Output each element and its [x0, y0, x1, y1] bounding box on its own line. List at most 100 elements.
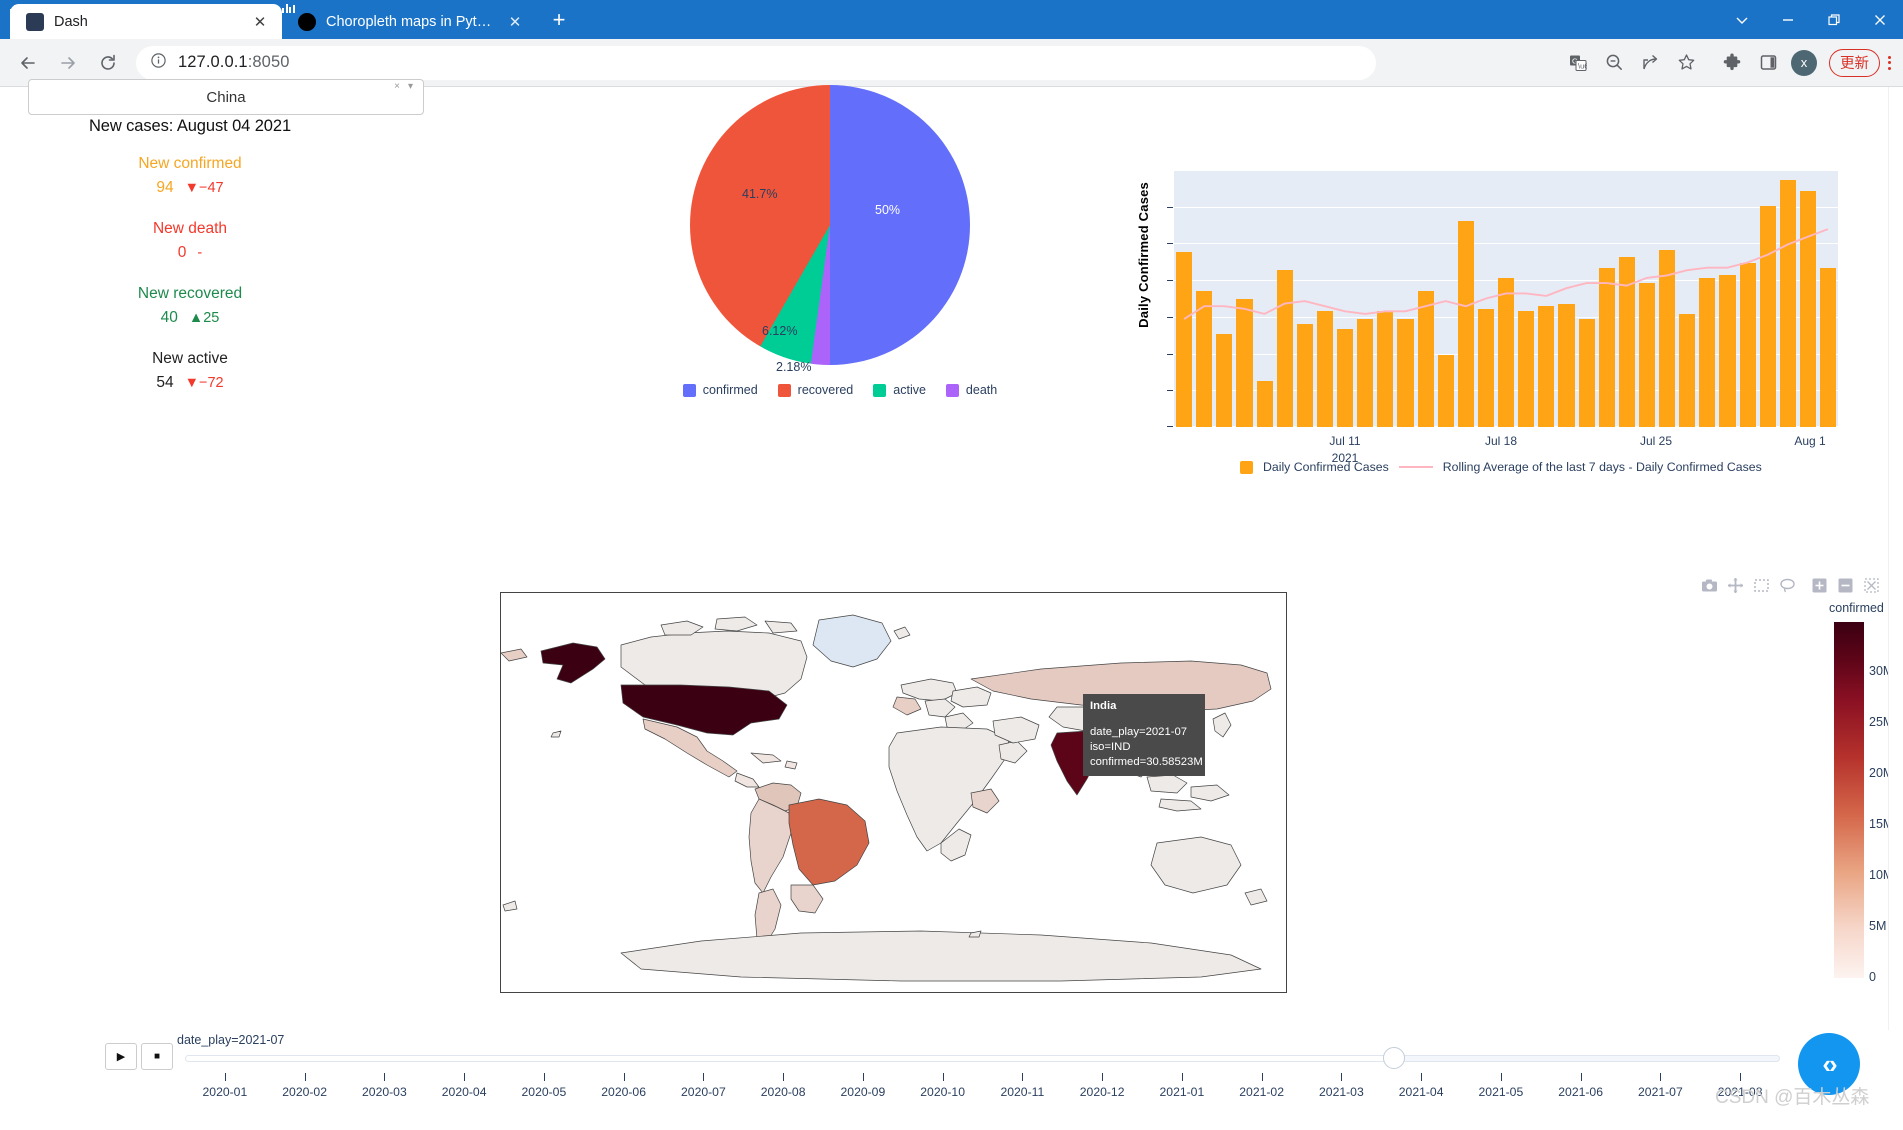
legend-label-rolling: Rolling Average of the last 7 days - Dai…: [1442, 460, 1762, 474]
legend-label: death: [965, 383, 998, 397]
tooltip-line: date_play=2021-07: [1090, 725, 1188, 738]
country-dropdown[interactable]: China × ▾: [28, 79, 424, 115]
bar-legend[interactable]: Daily Confirmed Cases Rolling Average of…: [1240, 460, 1762, 474]
pie-slice-label-death: 2.18%: [776, 360, 812, 374]
browser-titlebar: Dash ✕ Choropleth maps in Python ✕ +: [0, 0, 1903, 39]
tab-title: Choropleth maps in Python: [326, 13, 495, 30]
slider-tick-label: 2020-05: [521, 1085, 567, 1099]
slider-tick: [384, 1073, 386, 1081]
chevron-down-icon[interactable]: ▾: [408, 81, 413, 92]
slider-tick: [304, 1073, 306, 1081]
slider-tick-label: 2021-03: [1319, 1085, 1364, 1099]
slider-tick-label: 2021-05: [1478, 1085, 1524, 1099]
close-icon[interactable]: ✕: [505, 12, 525, 32]
choropleth-map[interactable]: [500, 592, 1287, 993]
zoom-out-icon[interactable]: [1836, 576, 1855, 595]
stat-label: New death: [152, 220, 228, 237]
bookmark-star-icon[interactable]: [1669, 46, 1703, 80]
legend-label: active: [893, 383, 926, 397]
lasso-select-icon[interactable]: [1778, 576, 1797, 595]
animation-slider-area: ▶ ■ date_play=2021-07 2020-01 2020-02 2020…: [0, 1033, 1903, 1130]
stat-value: 94: [156, 179, 174, 196]
slider-tick-label: 2021-07: [1638, 1085, 1683, 1099]
legend-item-death[interactable]: death: [945, 383, 998, 397]
avatar[interactable]: x: [1787, 46, 1821, 80]
zoom-in-icon[interactable]: [1810, 576, 1829, 595]
legend-label-bars: Daily Confirmed Cases: [1263, 460, 1389, 474]
reload-icon[interactable]: [90, 45, 126, 81]
browser-tab-choropleth[interactable]: Choropleth maps in Python ✕: [282, 4, 537, 39]
y-axis-title: Daily Confirmed Cases: [1136, 182, 1151, 328]
autoscale-icon[interactable]: [1862, 576, 1881, 595]
slider-tick-label: 2020-04: [441, 1085, 487, 1099]
back-icon[interactable]: [10, 45, 46, 81]
slider-tick-label: 2020-01: [202, 1085, 248, 1099]
stat-new-death: New death 0-: [80, 220, 300, 262]
play-button[interactable]: ▶: [105, 1043, 137, 1070]
stat-delta: ▼−72: [184, 375, 224, 391]
slider-handle[interactable]: [1383, 1047, 1405, 1069]
kebab-menu-icon[interactable]: [1888, 55, 1891, 70]
slider-tick-label: 2020-02: [282, 1085, 327, 1099]
pie-legend[interactable]: confirmed recovered active death: [630, 383, 1050, 397]
address-bar[interactable]: 127.0.0.1:8050: [136, 45, 1376, 80]
legend-item-confirmed[interactable]: confirmed: [682, 383, 758, 397]
translate-icon[interactable]: G\u6587: [1561, 46, 1595, 80]
slider-tick-label: 2020-03: [362, 1085, 407, 1099]
share-icon[interactable]: [1633, 46, 1667, 80]
legend-swatch: [1240, 460, 1253, 474]
slider-tick-label: 2020-06: [601, 1085, 646, 1099]
update-button[interactable]: 更新: [1829, 48, 1880, 77]
slider-tick: [1341, 1073, 1343, 1081]
slider-tick: [1740, 1073, 1742, 1081]
clear-icon[interactable]: ×: [394, 81, 400, 92]
x-tick-label: Jul 25: [1639, 434, 1673, 448]
side-panel-icon[interactable]: [1751, 46, 1785, 80]
toolbar-actions: G\u6587 x 更新: [1561, 46, 1893, 80]
tooltip-line: iso=IND: [1090, 740, 1131, 753]
slider-tick-label: 2021-06: [1558, 1085, 1603, 1099]
browser-tab-dash[interactable]: Dash ✕: [10, 4, 282, 39]
new-tab-button[interactable]: +: [543, 4, 575, 36]
legend-item-active[interactable]: active: [873, 383, 926, 397]
slider-tick: [224, 1073, 226, 1081]
slider-tick: [1181, 1073, 1183, 1081]
info-circle-icon[interactable]: [150, 52, 167, 74]
slider-track[interactable]: [185, 1055, 1780, 1062]
colorbar-tick: 5M: [1869, 919, 1887, 933]
close-icon[interactable]: [1857, 0, 1903, 39]
camera-icon[interactable]: [1700, 576, 1719, 595]
page-scrollbar[interactable]: [1888, 87, 1903, 1030]
plotly-logo-icon: [282, 4, 316, 31]
slider-tick: [464, 1073, 466, 1081]
pan-icon[interactable]: [1726, 576, 1745, 595]
slider-tick-label: 2021-04: [1398, 1085, 1444, 1099]
legend-label: confirmed: [702, 383, 758, 397]
pie-slice-label-confirmed: 50%: [875, 203, 901, 217]
minimize-icon[interactable]: [1765, 0, 1811, 39]
country-dropdown-value: China: [206, 88, 246, 106]
stat-value: 40: [160, 309, 178, 326]
slider-tick: [1500, 1073, 1502, 1081]
stop-button[interactable]: ■: [141, 1043, 173, 1070]
extensions-puzzle-icon[interactable]: [1715, 46, 1749, 80]
pie-chart[interactable]: 50% 41.7% 6.12% 2.18% confirmed recovere…: [630, 77, 1050, 497]
plotly-modebar[interactable]: [1700, 576, 1903, 595]
forward-icon[interactable]: [50, 45, 86, 81]
close-icon[interactable]: ✕: [250, 12, 270, 32]
bar-plot-area: [1167, 170, 1838, 427]
map-hover-tooltip: India date_play=2021-07 iso=IND confirme…: [1083, 694, 1205, 776]
stat-new-recovered: New recovered 40 ▲25: [80, 285, 300, 327]
x-tick-label: Jul 18: [1484, 434, 1518, 448]
box-select-icon[interactable]: [1752, 576, 1771, 595]
slider-track-fill: [186, 1056, 1395, 1061]
legend-item-recovered[interactable]: recovered: [777, 383, 853, 397]
legend-swatch: [777, 383, 791, 397]
daily-cases-chart[interactable]: Daily Confirmed Cases Jul 11 2021 Jul 18…: [1130, 82, 1890, 502]
chevron-down-icon[interactable]: [1719, 0, 1765, 39]
stat-new-confirmed: New confirmed 94 ▼−47: [80, 155, 300, 197]
stat-value: 54: [156, 374, 174, 391]
restore-icon[interactable]: [1811, 0, 1857, 39]
slider-tick-label: 2020-07: [681, 1085, 726, 1099]
zoom-out-icon[interactable]: [1597, 46, 1631, 80]
